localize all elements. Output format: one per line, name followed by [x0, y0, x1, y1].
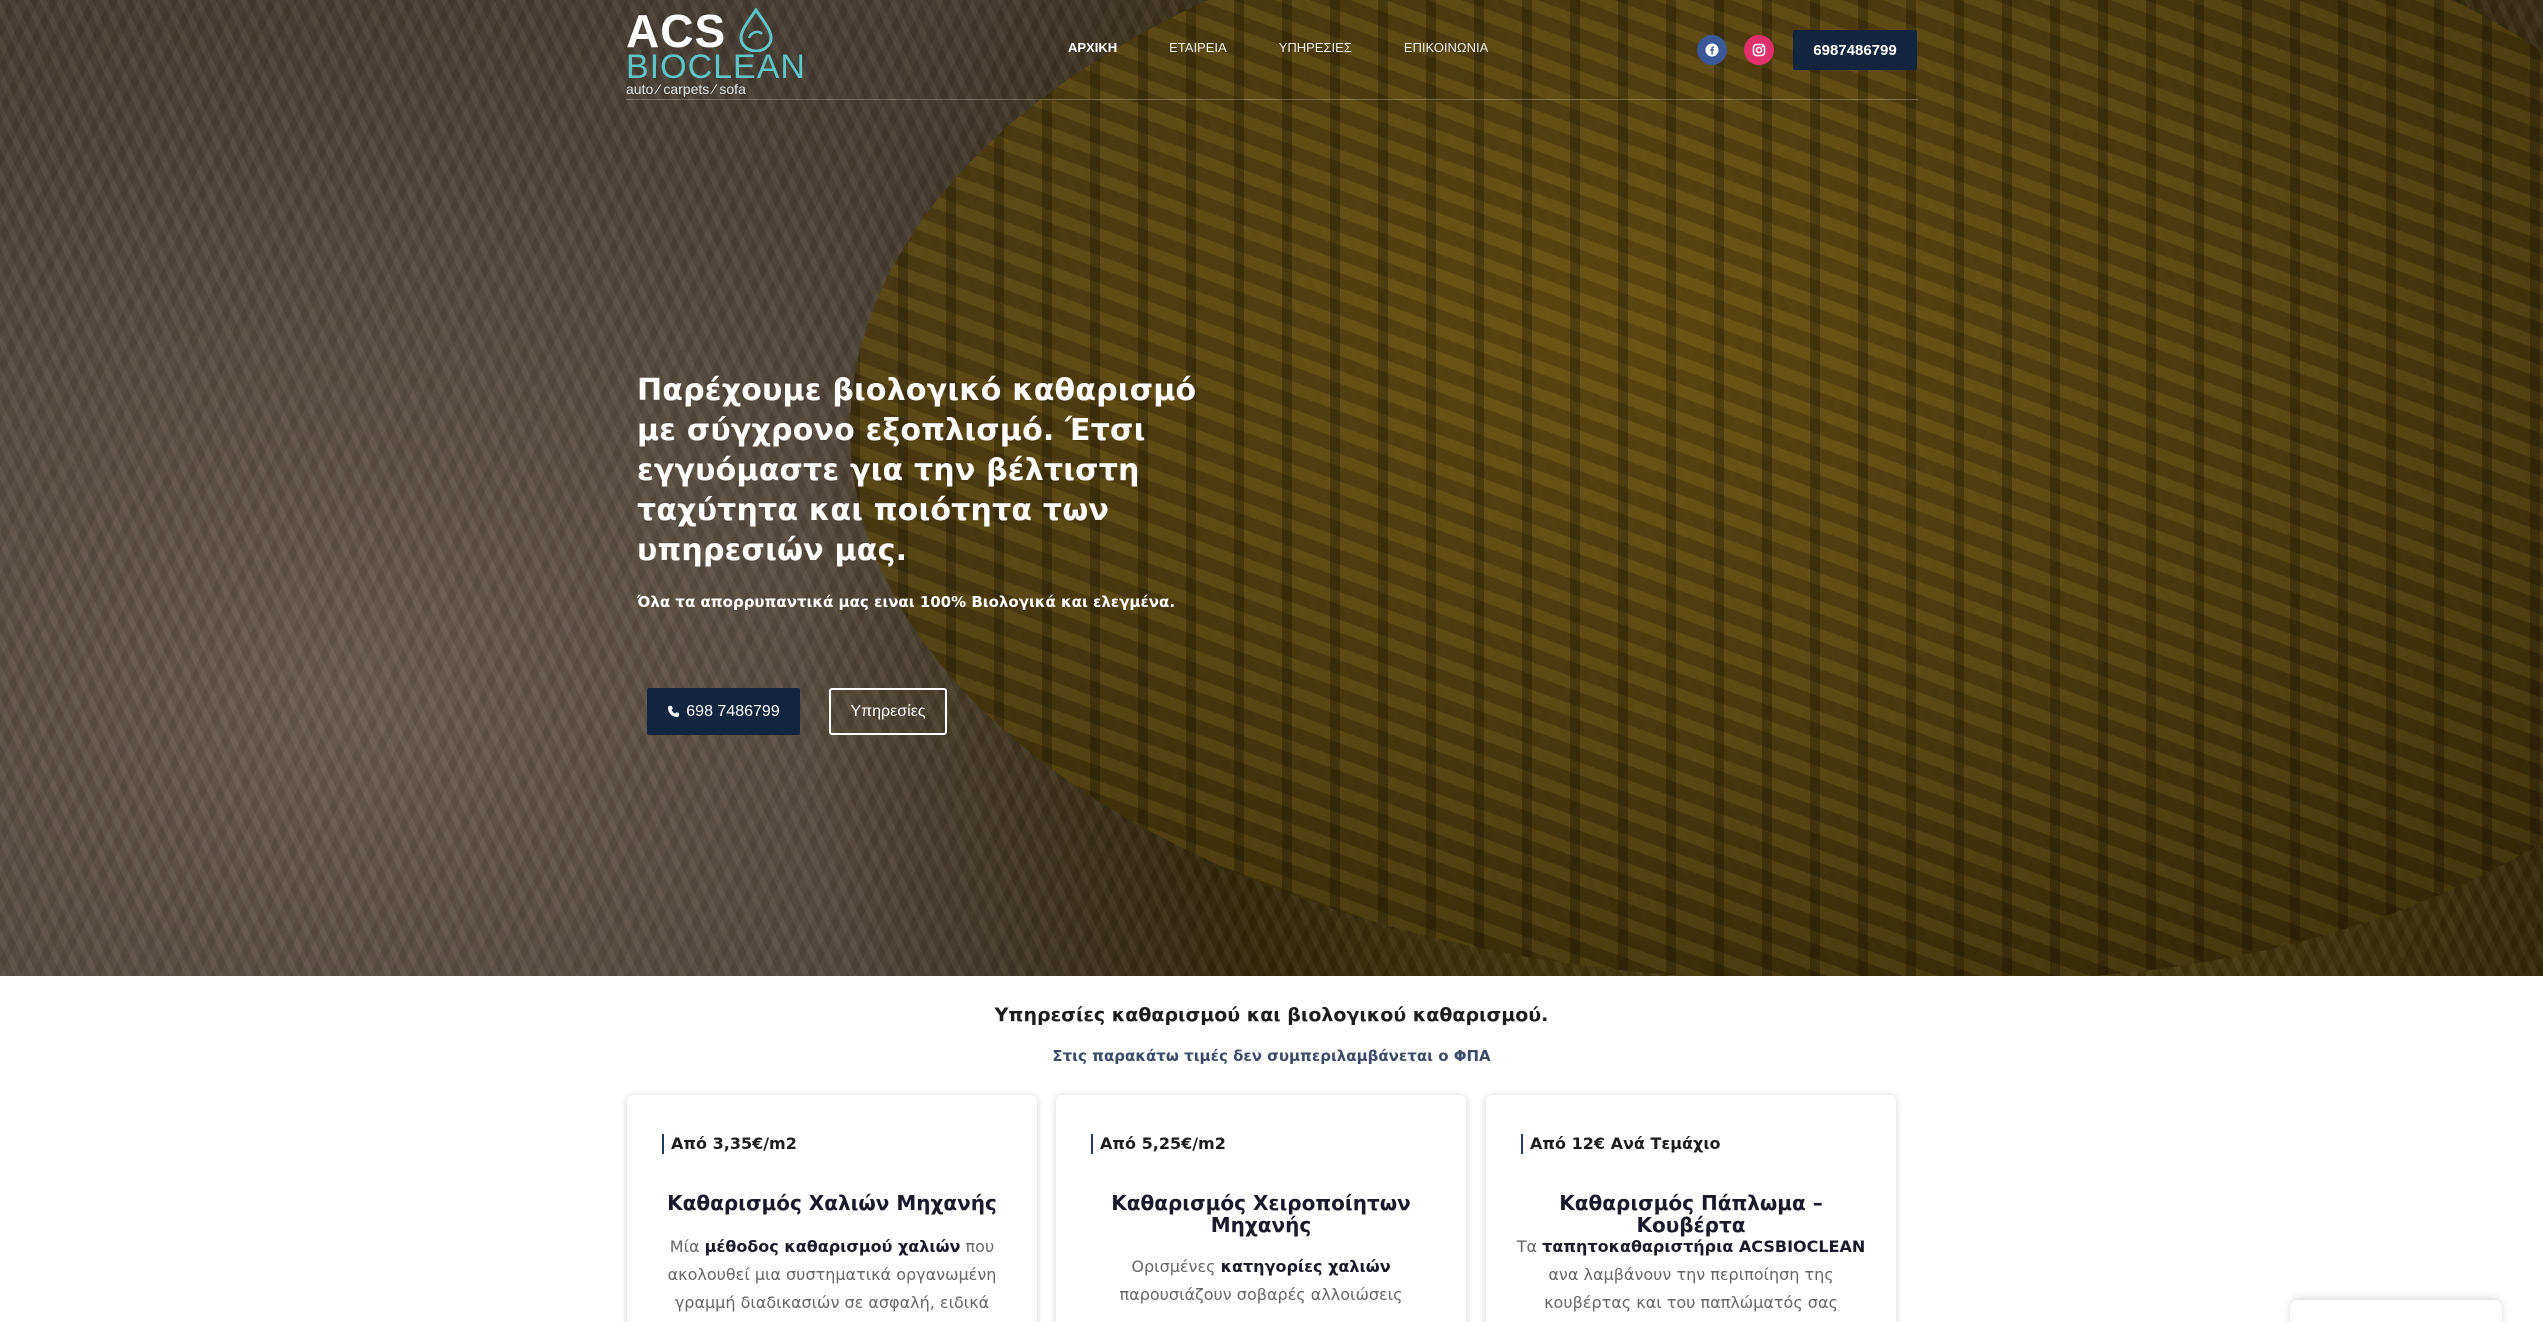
card-desc-keyword: μέθοδος καθαρισμού χαλιών [704, 1237, 961, 1256]
card-title[interactable]: Καθαρισμός Χειροποίητων Μηχανής [1076, 1192, 1446, 1236]
nav-item-home[interactable]: ΑΡΧΙΚΗ [1068, 38, 1117, 58]
hero-banner [0, 0, 2543, 976]
logo[interactable]: ACS BIOCLEAN auto ⁄ carpets ⁄ sofa [626, 6, 805, 97]
logo-tagline: auto ⁄ carpets ⁄ sofa [626, 81, 746, 97]
nav-item-company[interactable]: ΕΤΑΙΡΕΙΑ [1169, 38, 1227, 58]
card-desc-keyword: κατηγορίες χαλιών [1220, 1257, 1391, 1276]
chat-widget-tab[interactable] [2290, 1300, 2502, 1322]
call-button[interactable]: 698 7486799 [647, 688, 800, 735]
card-desc-text: Ορισμένες [1131, 1257, 1221, 1276]
card-desc-text: ανα λαμβάνουν την περιποίηση της κουβέρτ… [1544, 1265, 1838, 1322]
instagram-icon[interactable] [1744, 35, 1774, 65]
nav-item-services[interactable]: ΥΠΗΡΕΣΙΕΣ [1279, 38, 1352, 58]
card-price: Από 5,25€/m2 [1091, 1134, 1226, 1154]
water-drop-icon [739, 8, 773, 52]
vat-note: Στις παρακάτω τιμές δεν συμπεριλαμβάνετα… [1052, 1047, 1491, 1065]
card-price: Από 12€ Ανά Τεμάχιο [1521, 1134, 1721, 1154]
header-divider [626, 99, 1918, 100]
hero-overlay [0, 0, 2543, 976]
card-description: Μία μέθοδος καθαρισμού χαλιών που ακολου… [657, 1233, 1007, 1317]
nav-item-contact[interactable]: ΕΠΙΚΟΙΝΩΝΙΑ [1404, 38, 1488, 58]
call-button-label: 698 7486799 [686, 702, 780, 720]
card-desc-text: παρουσιάζουν σοβαρές αλλοιώσεις [1119, 1285, 1403, 1304]
instagram-glyph-icon [1752, 43, 1766, 57]
card-title[interactable]: Καθαρισμός Χαλιών Μηχανής [647, 1192, 1017, 1214]
main-nav: ΑΡΧΙΚΗ ΕΤΑΙΡΕΙΑ ΥΠΗΡΕΣΙΕΣ ΕΠΙΚΟΙΝΩΝΙΑ [1068, 38, 1540, 58]
card-title[interactable]: Καθαρισμός Πάπλωμα – Κουβέρτα [1506, 1192, 1876, 1236]
services-button[interactable]: Υπηρεσίες [829, 688, 947, 735]
service-card-duvet-blanket[interactable]: Από 12€ Ανά Τεμάχιο Καθαρισμός Πάπλωμα –… [1486, 1095, 1896, 1322]
card-description: Τα ταπητοκαθαριστήρια ACSBIOCLEAN ανα λα… [1516, 1233, 1866, 1322]
service-card-machine-carpets[interactable]: Από 3,35€/m2 Καθαρισμός Χαλιών Μηχανής Μ… [627, 1095, 1037, 1322]
card-desc-text: Τα [1516, 1237, 1543, 1256]
hero-title: Παρέχουμε βιολογικό καθαρισμό με σύγχρον… [637, 373, 1197, 568]
card-price: Από 3,35€/m2 [662, 1134, 797, 1154]
facebook-glyph-icon [1705, 43, 1719, 57]
facebook-icon[interactable] [1697, 35, 1727, 65]
phone-icon [668, 705, 680, 718]
hero-subtitle: Όλα τα απορρυπαντικά μας ειναι 100% Βιολ… [637, 593, 1176, 611]
card-description: Ορισμένες κατηγορίες χαλιών παρουσιάζουν… [1086, 1253, 1436, 1309]
card-desc-keyword: ταπητοκαθαριστήρια ACSBIOCLEAN [1542, 1237, 1866, 1256]
services-section-title: Υπηρεσίες καθαρισμού και βιολογικού καθα… [994, 1004, 1549, 1026]
card-desc-text: Μία [669, 1237, 705, 1256]
header-phone-button[interactable]: 6987486799 [1793, 30, 1917, 70]
site-header: ACS BIOCLEAN auto ⁄ carpets ⁄ sofa ΑΡΧΙΚ… [0, 0, 2543, 100]
logo-bioclean-text: BIOCLEAN [626, 48, 806, 86]
service-card-handmade-carpets[interactable]: Από 5,25€/m2 Καθαρισμός Χειροποίητων Μηχ… [1056, 1095, 1466, 1322]
